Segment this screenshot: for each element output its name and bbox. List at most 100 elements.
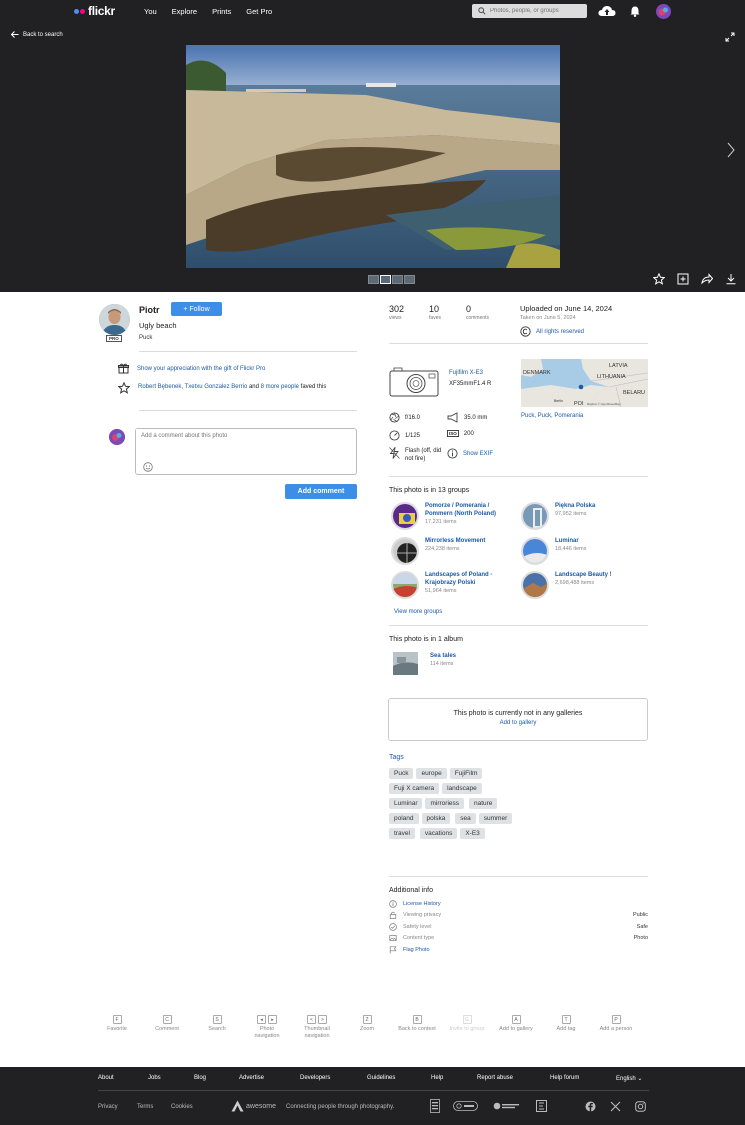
group-item[interactable]: Pomorze / Pomerania / Pommern (North Pol… xyxy=(391,502,513,530)
search-bar[interactable] xyxy=(472,4,587,18)
nav-you[interactable]: You xyxy=(144,7,157,16)
main-photo[interactable] xyxy=(186,45,560,268)
footer-report-abuse[interactable]: Report abuse xyxy=(477,1075,513,1081)
tag[interactable]: travel xyxy=(389,828,415,839)
facebook-icon[interactable] xyxy=(585,1101,596,1112)
group-item[interactable]: Mirrorless Movement 224,238 items xyxy=(391,537,513,565)
view-more-groups-link[interactable]: View more groups xyxy=(394,609,442,615)
gift-pro-link[interactable]: Show your appreciation with the gift of … xyxy=(137,366,265,372)
smugmug-wordmark: awesome xyxy=(246,1103,276,1110)
location-map[interactable]: LATVIA DENMARK LITHUANIA BELARU POI Berl… xyxy=(521,359,648,407)
x-twitter-icon[interactable] xyxy=(610,1101,621,1112)
thumbnail-4[interactable] xyxy=(404,275,415,284)
footer-developers[interactable]: Developers xyxy=(300,1075,330,1081)
share-arrow-icon[interactable] xyxy=(701,273,713,285)
add-to-gallery-icon[interactable] xyxy=(677,273,689,285)
partner-wordmark-icon xyxy=(493,1102,519,1110)
exif-focal: 35.0 mm xyxy=(447,412,487,423)
tag[interactable]: polska xyxy=(421,813,451,824)
instagram-icon[interactable] xyxy=(635,1101,646,1112)
follow-button[interactable]: + Follow xyxy=(171,302,222,316)
footer-about[interactable]: About xyxy=(98,1075,114,1081)
owner-avatar[interactable] xyxy=(99,304,130,335)
shortcut-add-to-gallery: A Add to gallery xyxy=(496,1015,536,1033)
rights-link[interactable]: All rights reserved xyxy=(536,329,584,335)
emoji-icon[interactable] xyxy=(143,462,153,472)
faves-names-link[interactable]: Robert Bębenek, Txetxu Gonzalez Berrio xyxy=(138,384,247,390)
footer-help-forum[interactable]: Help forum xyxy=(550,1075,579,1081)
map-label-belarus: BELARU xyxy=(623,390,645,396)
tag[interactable]: Puck xyxy=(389,768,414,779)
shortcut-label: Back to context xyxy=(398,1026,436,1032)
group-item[interactable]: Landscapes of Poland - Krajobrazy Polski… xyxy=(391,571,513,599)
tag[interactable]: summer xyxy=(478,813,513,824)
shortcut-label: Thumbnail navigation xyxy=(304,1026,330,1039)
back-to-search-link[interactable]: Back to search xyxy=(11,31,63,38)
footer-guidelines[interactable]: Guidelines xyxy=(367,1075,395,1081)
download-icon[interactable] xyxy=(725,273,737,285)
comment-input[interactable] xyxy=(136,429,346,449)
user-avatar[interactable] xyxy=(656,4,671,19)
footer-help[interactable]: Help xyxy=(431,1075,443,1081)
upload-cloud-icon[interactable] xyxy=(598,5,616,17)
flickr-logo[interactable]: flickr xyxy=(74,4,115,18)
key-p: P xyxy=(611,1015,621,1024)
nav-explore[interactable]: Explore xyxy=(172,7,197,16)
tag[interactable]: mirroriess xyxy=(425,798,465,809)
divider xyxy=(389,625,648,626)
tag[interactable]: nature xyxy=(468,798,498,809)
tag[interactable]: Fuji X camera xyxy=(389,783,440,794)
group-item[interactable]: Landscape Beauty ! 2,698,488 items xyxy=(521,571,643,599)
group-thumb-image xyxy=(523,573,547,597)
map-label-denmark: DENMARK xyxy=(523,370,551,376)
shortcut-label: Add tag xyxy=(556,1026,576,1032)
fullscreen-icon[interactable] xyxy=(725,32,735,42)
pro-badge: PRO xyxy=(106,335,122,342)
commenter-avatar-icon xyxy=(109,429,125,445)
footer-privacy[interactable]: Privacy xyxy=(98,1104,118,1110)
privacy-value: Public xyxy=(633,912,648,918)
location-link[interactable]: Puck, Puck, Pomerania xyxy=(521,413,583,419)
tag[interactable]: Luminar xyxy=(389,798,423,809)
flag-photo-link[interactable]: Flag Photo xyxy=(403,947,430,953)
footer-advertise[interactable]: Advertise xyxy=(239,1075,264,1081)
camera-name-link[interactable]: Fujifilm X-E3 xyxy=(449,370,483,376)
add-to-gallery-link[interactable]: Add to gallery xyxy=(389,720,647,726)
nav-get-pro[interactable]: Get Pro xyxy=(246,7,272,16)
tag[interactable]: poland xyxy=(389,813,419,824)
tag[interactable]: sea xyxy=(455,813,476,824)
footer-terms[interactable]: Terms xyxy=(137,1104,153,1110)
faves-more-link[interactable]: 8 more people xyxy=(261,384,299,390)
group-thumb-image xyxy=(393,573,417,597)
thumbnail-1[interactable] xyxy=(368,275,379,284)
owner-name[interactable]: Piotr xyxy=(139,305,160,315)
thumbnail-2[interactable] xyxy=(380,275,391,284)
exif-iso: ISO 200 xyxy=(447,430,474,437)
footer-cookies[interactable]: Cookies xyxy=(171,1104,193,1110)
language-selector[interactable]: English ⌄ xyxy=(616,1075,642,1082)
taken-date[interactable]: Taken on June 5, 2024 xyxy=(520,315,576,321)
footer-jobs[interactable]: Jobs xyxy=(148,1075,161,1081)
search-input[interactable] xyxy=(490,8,585,14)
album-item[interactable]: Sea tales 114 items xyxy=(393,652,456,675)
add-comment-button[interactable]: Add comment xyxy=(285,484,357,499)
nav-prints[interactable]: Prints xyxy=(212,7,231,16)
group-item[interactable]: Piękna Polska 97,952 items xyxy=(521,502,643,530)
show-exif-link[interactable]: Show EXIF xyxy=(463,451,493,457)
faves-suffix: faved this xyxy=(300,384,327,390)
notifications-bell-icon[interactable] xyxy=(630,6,640,17)
tag[interactable]: FujiFilm xyxy=(449,768,483,779)
tag[interactable]: landscape xyxy=(442,783,482,794)
group-thumb-image xyxy=(523,539,547,563)
license-history-link[interactable]: License History xyxy=(403,901,441,907)
divider xyxy=(389,476,648,477)
fave-star-icon[interactable] xyxy=(653,273,665,285)
tag[interactable]: X-E3 xyxy=(460,828,485,839)
group-count: 97,952 items xyxy=(555,511,587,517)
thumbnail-3[interactable] xyxy=(392,275,403,284)
group-item[interactable]: Luminar 18,446 items xyxy=(521,537,643,565)
tag[interactable]: europe xyxy=(416,768,447,779)
tag[interactable]: vacations xyxy=(419,828,458,839)
next-photo-arrow-icon[interactable] xyxy=(727,142,735,158)
footer-blog[interactable]: Blog xyxy=(194,1075,206,1081)
